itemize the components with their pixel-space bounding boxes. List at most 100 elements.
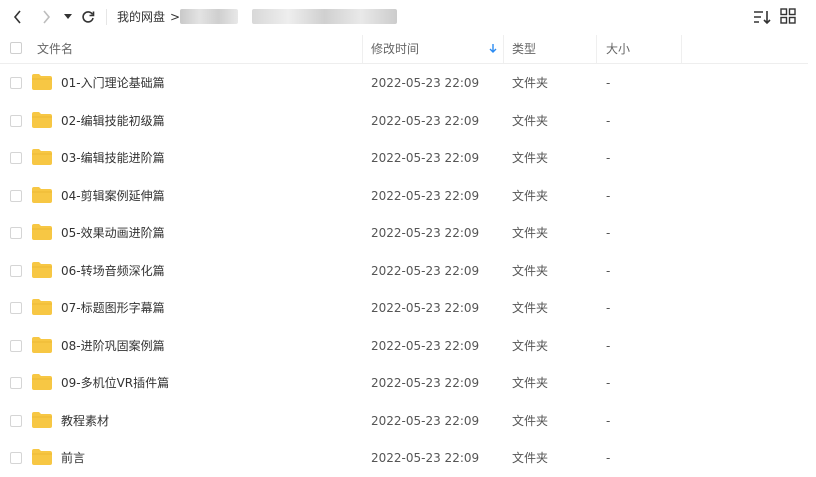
- file-name[interactable]: 08-进阶巩固案例篇: [61, 339, 165, 353]
- row-checkbox[interactable]: [10, 77, 22, 89]
- sort-icon: [754, 11, 771, 25]
- column-header-size[interactable]: 大小: [606, 42, 630, 56]
- file-type: 文件夹: [512, 376, 549, 390]
- file-type: 文件夹: [512, 263, 549, 278]
- select-all-checkbox[interactable]: [10, 42, 22, 54]
- file-name[interactable]: 06-转场音频深化篇: [61, 264, 165, 278]
- column-divider[interactable]: [503, 35, 504, 63]
- file-size: -: [606, 338, 611, 353]
- column-divider[interactable]: [681, 35, 682, 63]
- file-modified-date: 2022-05-23 22:09: [371, 113, 480, 128]
- file-size: -: [606, 113, 611, 128]
- row-checkbox[interactable]: [10, 302, 22, 314]
- file-row[interactable]: 05-效果动画进阶篇 2022-05-23 22:09 文件夹 -: [0, 214, 808, 252]
- folder-icon: [32, 111, 52, 128]
- file-type: 文件夹: [512, 188, 549, 203]
- file-name[interactable]: 教程素材: [61, 414, 109, 428]
- folder-icon: [32, 374, 52, 390]
- file-row[interactable]: 02-编辑技能初级篇 2022-05-23 22:09 文件夹 -: [0, 102, 808, 140]
- refresh-button[interactable]: [78, 7, 98, 27]
- file-modified-date: 2022-05-23 22:09: [371, 188, 480, 203]
- file-modified-date: 2022-05-23 22:09: [371, 301, 480, 315]
- file-row[interactable]: 06-转场音频深化篇 2022-05-23 22:09 文件夹 -: [0, 252, 808, 290]
- file-row[interactable]: 教程素材 2022-05-23 22:09 文件夹 -: [0, 402, 808, 440]
- row-checkbox[interactable]: [10, 114, 22, 127]
- file-name[interactable]: 04-剪辑案例延伸篇: [61, 189, 165, 203]
- row-checkbox[interactable]: [10, 414, 22, 427]
- file-type: 文件夹: [512, 151, 549, 165]
- file-type: 文件夹: [512, 226, 549, 240]
- grid-view-button[interactable]: [780, 8, 798, 26]
- file-size: -: [606, 301, 611, 315]
- file-size: -: [606, 413, 611, 428]
- folder-icon: [32, 411, 52, 428]
- breadcrumb-item-redacted[interactable]: [180, 9, 238, 24]
- column-header-name[interactable]: 文件名: [37, 42, 73, 56]
- file-list: 01-入门理论基础篇 2022-05-23 22:09 文件夹 -02-编辑技能初级篇…: [0, 64, 808, 477]
- history-dropdown-button[interactable]: [61, 7, 75, 27]
- file-row[interactable]: 01-入门理论基础篇 2022-05-23 22:09 文件夹 -: [0, 64, 808, 102]
- file-modified-date: 2022-05-23 22:09: [371, 76, 480, 90]
- forward-button[interactable]: [36, 7, 56, 27]
- file-row[interactable]: 09-多机位VR插件篇 2022-05-23 22:09 文件夹 -: [0, 364, 808, 402]
- file-type: 文件夹: [512, 413, 549, 428]
- file-name[interactable]: 05-效果动画进阶篇: [61, 226, 165, 240]
- file-row[interactable]: 03-编辑技能进阶篇 2022-05-23 22:09 文件夹 -: [0, 139, 808, 177]
- column-header-modified[interactable]: 修改时间: [371, 42, 419, 56]
- folder-icon: [32, 336, 52, 353]
- file-name[interactable]: 09-多机位VR插件篇: [61, 376, 169, 390]
- row-checkbox[interactable]: [10, 189, 22, 202]
- row-checkbox[interactable]: [10, 377, 22, 389]
- folder-icon: [32, 224, 52, 240]
- file-type: 文件夹: [512, 451, 549, 465]
- row-checkbox[interactable]: [10, 264, 22, 277]
- file-type: 文件夹: [512, 301, 549, 315]
- file-modified-date: 2022-05-23 22:09: [371, 451, 480, 465]
- file-name[interactable]: 前言: [61, 451, 85, 465]
- file-modified-date: 2022-05-23 22:09: [371, 226, 480, 240]
- column-header-type[interactable]: 类型: [512, 42, 536, 56]
- file-type: 文件夹: [512, 76, 549, 90]
- caret-down-icon: [64, 14, 72, 19]
- breadcrumb-root[interactable]: 我的网盘: [117, 9, 165, 25]
- file-row[interactable]: 04-剪辑案例延伸篇 2022-05-23 22:09 文件夹 -: [0, 177, 808, 215]
- grid-icon: [780, 8, 796, 24]
- folder-icon: [32, 261, 52, 278]
- chevron-right-icon: [43, 10, 51, 24]
- sort-button[interactable]: [752, 8, 772, 26]
- sort-desc-arrow-icon: [489, 44, 497, 53]
- file-name[interactable]: 02-编辑技能初级篇: [61, 114, 165, 128]
- toolbar-divider: [106, 9, 107, 25]
- row-checkbox[interactable]: [10, 339, 22, 352]
- back-button[interactable]: [8, 7, 28, 27]
- file-size: -: [606, 451, 611, 465]
- file-row[interactable]: 08-进阶巩固案例篇 2022-05-23 22:09 文件夹 -: [0, 327, 808, 365]
- file-row[interactable]: 前言 2022-05-23 22:09 文件夹 -: [0, 439, 808, 477]
- chevron-left-icon: [13, 10, 21, 24]
- breadcrumb-item-redacted[interactable]: [252, 9, 397, 24]
- row-checkbox[interactable]: [10, 227, 22, 239]
- file-size: -: [606, 226, 611, 240]
- file-row[interactable]: 07-标题图形字幕篇 2022-05-23 22:09 文件夹 -: [0, 289, 808, 327]
- toolbar: 我的网盘 >: [0, 0, 816, 34]
- column-divider[interactable]: [596, 35, 597, 63]
- folder-icon: [32, 449, 52, 465]
- file-name[interactable]: 01-入门理论基础篇: [61, 76, 165, 90]
- row-checkbox[interactable]: [10, 152, 22, 164]
- file-modified-date: 2022-05-23 22:09: [371, 263, 480, 278]
- row-checkbox[interactable]: [10, 452, 22, 464]
- file-type: 文件夹: [512, 113, 549, 128]
- file-type: 文件夹: [512, 338, 549, 353]
- column-divider[interactable]: [362, 35, 363, 63]
- file-name[interactable]: 07-标题图形字幕篇: [61, 301, 165, 315]
- file-size: -: [606, 188, 611, 203]
- file-modified-date: 2022-05-23 22:09: [371, 151, 480, 165]
- folder-icon: [32, 186, 52, 203]
- file-modified-date: 2022-05-23 22:09: [371, 413, 480, 428]
- file-modified-date: 2022-05-23 22:09: [371, 376, 480, 390]
- file-size: -: [606, 263, 611, 278]
- file-size: -: [606, 376, 611, 390]
- refresh-icon: [82, 11, 95, 23]
- file-name[interactable]: 03-编辑技能进阶篇: [61, 151, 165, 165]
- file-size: -: [606, 151, 611, 165]
